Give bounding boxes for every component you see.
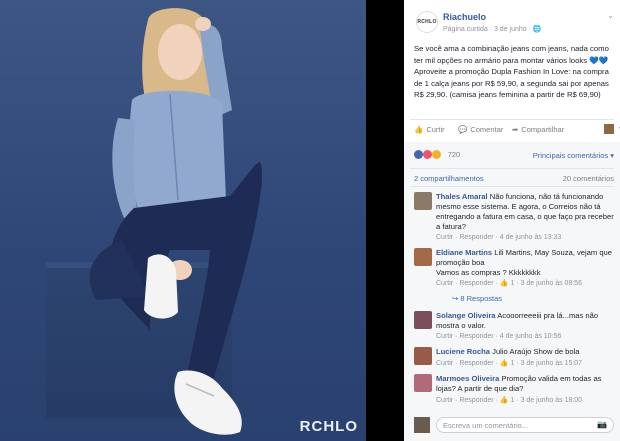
comment-composer: Escreva um comentário... 📷 [414, 417, 614, 435]
divider [410, 186, 614, 187]
post-header: RCHLO Riachuelo Página curtida · 3 de ju… [410, 6, 616, 36]
commenter-avatar[interactable] [414, 248, 432, 266]
camera-icon[interactable]: 📷 [597, 420, 607, 429]
post-options-chevron-icon[interactable]: ⌄ [607, 11, 614, 20]
shares-link[interactable]: 2 compartilhamentos [414, 174, 484, 183]
view-replies-link[interactable]: ↪ 8 Respostas [452, 294, 502, 303]
post-photo[interactable]: RCHLO [0, 0, 366, 441]
brand-watermark: RCHLO [299, 418, 358, 435]
love-reaction-icon [423, 150, 433, 160]
page-name[interactable]: Riachuelo [443, 12, 486, 22]
thumbs-up-icon: 👍 [414, 125, 424, 134]
post-actions: 👍Curtir 💬Comentar ➦Compartilhar ▾ [414, 124, 620, 136]
page-avatar-logo: RCHLO [417, 19, 437, 25]
comment-author[interactable]: Solange Oliveira [436, 311, 496, 320]
comment-button[interactable]: 💬 Comentar [458, 125, 503, 134]
comment-author[interactable]: Eldiane Martins [436, 248, 492, 257]
page-avatar[interactable]: RCHLO [416, 11, 438, 33]
share-label: Compartilhar [521, 125, 565, 134]
comment-icon: 💬 [458, 125, 468, 134]
comment-author[interactable]: Luciene Rocha [436, 347, 490, 356]
like-button[interactable]: 👍 Curtir [414, 125, 445, 134]
profile-picture-icon[interactable] [604, 124, 614, 134]
comment-label: Comentar [470, 125, 504, 134]
comment-footer[interactable]: Curtir · Responder · 👍 1 · 3 de junho às… [436, 359, 582, 367]
post-stats: 2 compartilhamentos 20 comentários [414, 174, 614, 184]
share-button[interactable]: ➦ Compartilhar [512, 125, 564, 134]
commenter-avatar[interactable] [414, 192, 432, 210]
comment-body: Solange Oliveira Acooorreeeiii pra lá...… [436, 311, 614, 331]
comment-body: Luciene Rocha Julio Araújo Show de bola [436, 347, 614, 357]
comment-input[interactable]: Escreva um comentário... 📷 [436, 417, 614, 433]
like-reaction-icon [414, 150, 423, 160]
globe-icon: 🌐 [532, 26, 542, 33]
commenter-avatar[interactable] [414, 374, 432, 392]
like-label: Curtir [426, 125, 445, 134]
post-meta: Página curtida · 3 de junho · 🌐 [443, 25, 542, 33]
comment-author[interactable]: Thales Amaral [436, 192, 488, 201]
comment-body: Marmoes Oliveira Promoção valida em toda… [436, 374, 614, 394]
share-icon: ➦ [512, 125, 519, 134]
divider [410, 168, 614, 169]
comment-footer[interactable]: Curtir · Responder · 4 de junho às 10:56 [436, 333, 561, 340]
wow-reaction-icon [432, 150, 442, 160]
model-illustration [89, 8, 262, 435]
comment-footer[interactable]: Curtir · Responder · 👍 1 · 3 de junho às… [436, 279, 582, 287]
reactions-count: 720 [447, 150, 461, 160]
divider [410, 119, 614, 120]
comment-footer[interactable]: Curtir · Responder · 👍 1 · 3 de junho às… [436, 396, 582, 404]
comment-author[interactable]: Marmoes Oliveira [436, 374, 499, 383]
reactions-bar[interactable]: 720 Principais comentários ▾ [414, 150, 614, 162]
comment-body: Thales Amaral Não funciona, não tá funci… [436, 192, 614, 232]
commenter-avatar[interactable] [414, 347, 432, 365]
comments-count[interactable]: 20 comentários [563, 174, 614, 183]
post-meta-text: Página curtida · 3 de junho · [443, 26, 533, 33]
commenter-avatar[interactable] [414, 311, 432, 329]
current-user-avatar [414, 417, 430, 433]
post-panel: RCHLO Riachuelo Página curtida · 3 de ju… [404, 0, 620, 441]
post-body: Se você ama a combinação jeans com jeans… [414, 44, 609, 100]
comment-body: Eldiane Martins Lili Martins, May Souza,… [436, 248, 614, 278]
comment-footer[interactable]: Curtir · Responder · 4 de junho às 13:33 [436, 234, 561, 241]
comment-input-placeholder: Escreva um comentário... [443, 421, 529, 430]
comment-text: Julio Araújo Show de bola [492, 347, 580, 356]
top-comments-dropdown[interactable]: Principais comentários ▾ [533, 151, 614, 160]
